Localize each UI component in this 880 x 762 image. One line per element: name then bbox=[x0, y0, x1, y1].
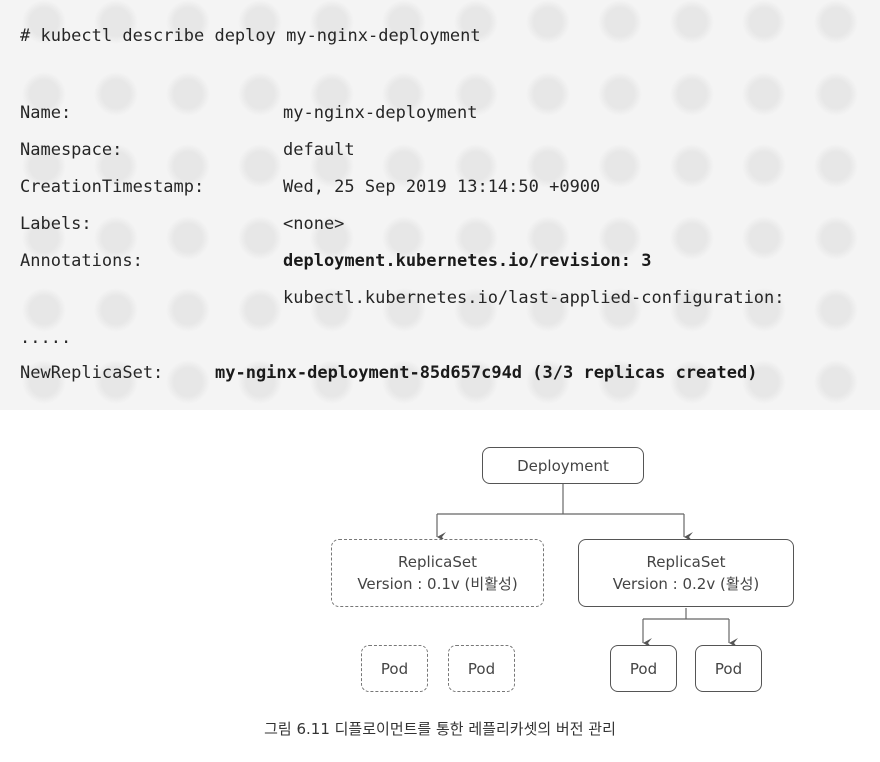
pod-old-2: Pod bbox=[448, 645, 515, 692]
pod-label: Pod bbox=[714, 659, 743, 678]
figure-caption: 그림 6.11 디플로이먼트를 통한 레플리카셋의 버전 관리 bbox=[264, 720, 616, 738]
replicaset-new-version: Version : 0.2v (활성) bbox=[612, 575, 760, 593]
pod-label: Pod bbox=[629, 659, 658, 678]
pod-new-2: Pod bbox=[695, 645, 762, 692]
replicaset-old-title: ReplicaSet bbox=[398, 553, 477, 571]
replicaset-new-box: ReplicaSet Version : 0.2v (활성) bbox=[578, 539, 794, 607]
deployment-box: Deployment bbox=[482, 447, 644, 484]
replicaset-old-version: Version : 0.1v (비활성) bbox=[357, 575, 518, 593]
pod-label: Pod bbox=[380, 659, 409, 678]
deployment-label: Deployment bbox=[517, 456, 609, 475]
replicaset-new-title: ReplicaSet bbox=[646, 553, 726, 571]
pod-old-1: Pod bbox=[361, 645, 428, 692]
pod-label: Pod bbox=[467, 659, 496, 678]
pod-new-1: Pod bbox=[610, 645, 677, 692]
replicaset-old-box: ReplicaSet Version : 0.1v (비활성) bbox=[331, 539, 544, 607]
